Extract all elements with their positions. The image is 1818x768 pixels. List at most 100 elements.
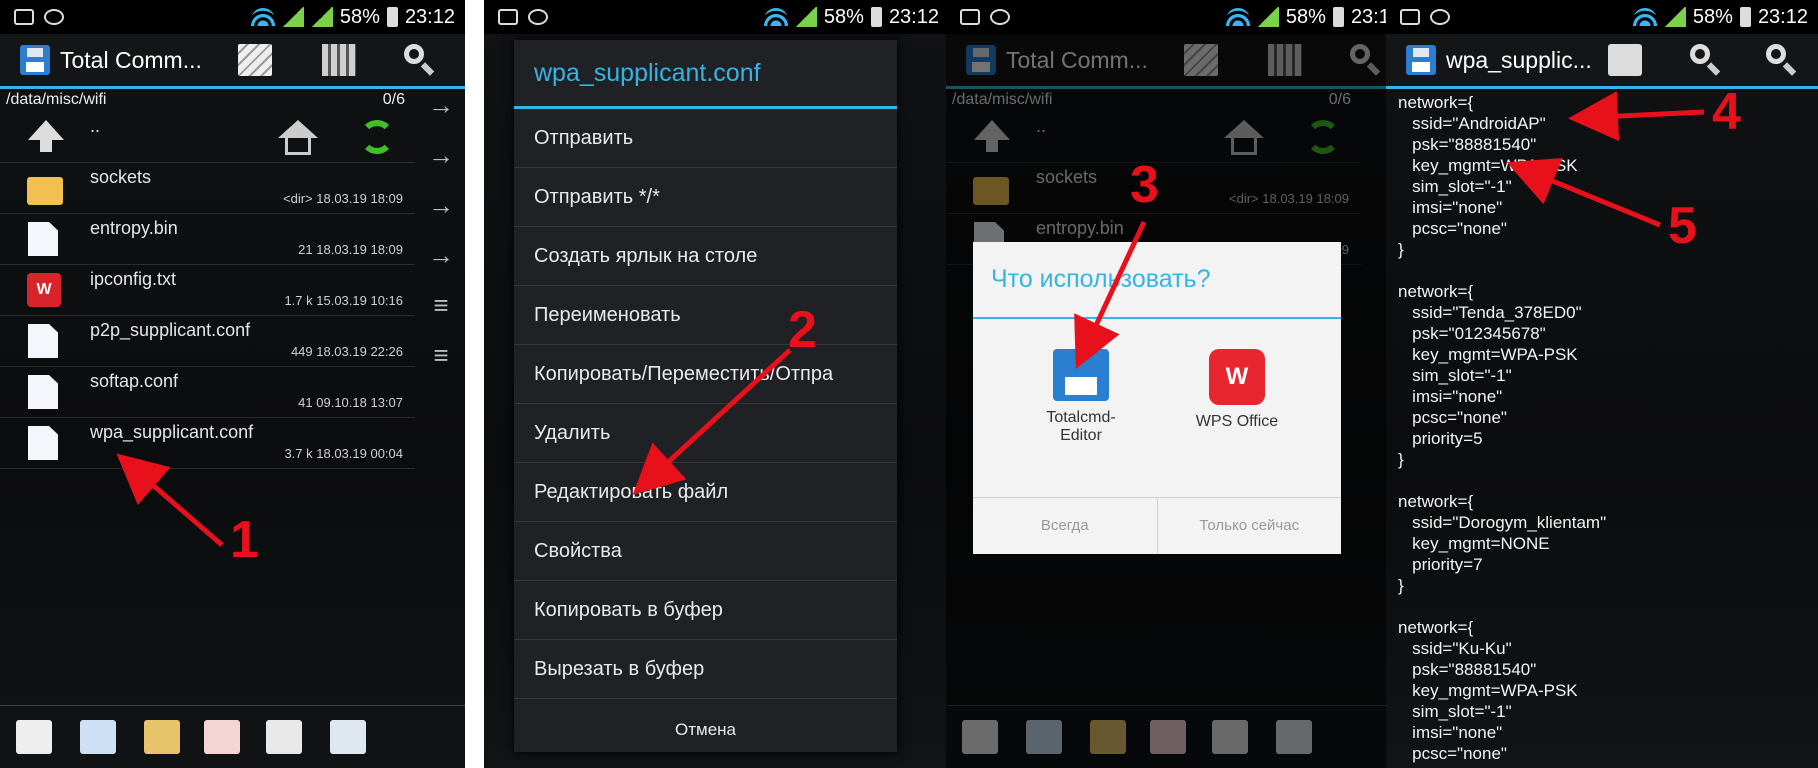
- signal-icon: [1256, 7, 1279, 27]
- search-next-icon[interactable]: [1766, 44, 1786, 64]
- selection-count: 0/6: [382, 91, 405, 108]
- clock: 23:12: [888, 5, 939, 28]
- floppy-icon: [1406, 45, 1436, 75]
- just-once-button[interactable]: Только сейчас: [1156, 498, 1342, 554]
- file-row[interactable]: W ipconfig.txt 1.7 k 15.03.19 10:16: [0, 265, 415, 316]
- battery-icon: [386, 7, 398, 27]
- file-name: wpa_supplicant.conf: [90, 422, 254, 442]
- file-name: ipconfig.txt: [90, 269, 177, 289]
- annotation-number-2: 2: [788, 301, 817, 359]
- file-row-target[interactable]: wpa_supplicant.conf 3.7 k 18.03.19 00:04: [0, 418, 415, 469]
- refresh-icon[interactable]: [360, 120, 394, 154]
- up-row[interactable]: ..: [0, 112, 415, 163]
- wps-office-icon: W: [27, 273, 61, 307]
- status-bar: 58% 23:12: [484, 0, 949, 34]
- menu-icon[interactable]: ≡: [417, 340, 465, 390]
- app-title: Total Comm...: [60, 46, 202, 73]
- alarm-icon: [1430, 9, 1450, 25]
- battery-percent: 58%: [339, 5, 380, 28]
- screen-editor: 58% 23:12 wpa_supplic... network={ ssid=…: [1386, 0, 1818, 768]
- arrow-right-icon[interactable]: →: [417, 240, 465, 290]
- bottom-toolbar: [0, 705, 465, 768]
- file-name: entropy.bin: [90, 218, 178, 238]
- menu-item-edit-file[interactable]: Редактировать файл: [514, 463, 897, 522]
- file-meta: 41 09.10.18 13:07: [298, 395, 403, 410]
- context-menu-dialog: wpa_supplicant.conf Отправить Отправить …: [514, 40, 897, 752]
- annotation-number-5: 5: [1668, 197, 1697, 255]
- image-icon: [1400, 9, 1420, 25]
- up-arrow-icon: [28, 120, 64, 152]
- cancel-button[interactable]: Отмена: [514, 699, 897, 761]
- app-label-line1: Totalcmd-: [1046, 409, 1116, 426]
- rename-icon[interactable]: [266, 720, 302, 754]
- pack-icon[interactable]: [144, 720, 180, 754]
- file-row[interactable]: p2p_supplicant.conf 449 18.03.19 22:26: [0, 316, 415, 367]
- battery-percent: 58%: [823, 5, 864, 28]
- wifi-icon: [250, 8, 275, 26]
- battery-percent: 58%: [1285, 5, 1326, 28]
- save-icon[interactable]: [1608, 44, 1642, 76]
- always-button[interactable]: Всегда: [973, 498, 1157, 554]
- arrow-right-icon[interactable]: →: [417, 90, 465, 140]
- app-chooser-dialog: Что использовать? Totalcmd- Editor W WPS…: [973, 242, 1341, 554]
- app-totalcmd-editor[interactable]: Totalcmd- Editor: [1011, 349, 1151, 445]
- arrow-right-icon[interactable]: →: [417, 140, 465, 190]
- menu-item-copy-move[interactable]: Копировать/Переместить/Отпра: [514, 345, 897, 404]
- wifi-icon: [1225, 8, 1250, 26]
- file-row[interactable]: sockets <dir> 18.03.19 18:09: [0, 163, 415, 214]
- delete-icon[interactable]: [204, 720, 240, 754]
- totalcmd-editor-icon: [1053, 349, 1109, 401]
- file-name: softap.conf: [90, 371, 179, 391]
- signal-icon-2: [310, 7, 333, 27]
- menu-item-copy-clipboard[interactable]: Копировать в буфер: [514, 581, 897, 640]
- menu-item-create-shortcut[interactable]: Создать ярлык на столе: [514, 227, 897, 286]
- app-wps-office[interactable]: W WPS Office: [1167, 349, 1307, 431]
- image-icon: [498, 9, 518, 25]
- app-options: Totalcmd- Editor W WPS Office: [973, 319, 1341, 479]
- editor-text[interactable]: network={ ssid="AndroidAP" psk="88881540…: [1398, 92, 1606, 768]
- file-row[interactable]: entropy.bin 21 18.03.19 18:09: [0, 214, 415, 265]
- up-label: ..: [90, 116, 101, 136]
- file-meta: 21 18.03.19 18:09: [298, 242, 403, 257]
- signal-icon: [281, 7, 304, 27]
- image-icon: [960, 9, 980, 25]
- status-bar: 58% 23:12: [946, 0, 1411, 34]
- file-row[interactable]: softap.conf 41 09.10.18 13:07: [0, 367, 415, 418]
- copy-to-icon[interactable]: [80, 720, 116, 754]
- menu-item-cut-clipboard[interactable]: Вырезать в буфер: [514, 640, 897, 699]
- file-icon: [28, 375, 58, 409]
- folder-icon: [27, 177, 63, 205]
- signal-icon: [1663, 7, 1686, 27]
- bookmarks-icon[interactable]: [322, 44, 356, 76]
- app-bar: wpa_supplic...: [1386, 34, 1818, 89]
- menu-item-send[interactable]: Отправить: [514, 109, 897, 168]
- floppy-icon[interactable]: [20, 45, 50, 75]
- app-title: wpa_supplic...: [1446, 46, 1592, 73]
- home-icon[interactable]: [278, 120, 318, 156]
- side-nav: → → → → ≡ ≡: [417, 90, 465, 390]
- chooser-title: Что использовать?: [973, 242, 1341, 319]
- menu-item-properties[interactable]: Свойства: [514, 522, 897, 581]
- search-icon[interactable]: [404, 44, 424, 64]
- menu-item-rename[interactable]: Переименовать: [514, 286, 897, 345]
- select-icon[interactable]: [16, 720, 52, 754]
- alarm-icon: [528, 9, 548, 25]
- dialog-title: wpa_supplicant.conf: [514, 40, 897, 109]
- file-meta: <dir> 18.03.19 18:09: [283, 191, 403, 206]
- path-bar: /data/misc/wifi 0/6: [0, 89, 415, 111]
- clock: 23:12: [404, 5, 455, 28]
- wps-office-icon: W: [1209, 349, 1265, 405]
- arrow-right-icon[interactable]: →: [417, 190, 465, 240]
- menu-item-send-all[interactable]: Отправить */*: [514, 168, 897, 227]
- wifi-icon: [1632, 8, 1657, 26]
- search-icon[interactable]: [1690, 44, 1710, 64]
- annotation-number-3: 3: [1130, 156, 1159, 214]
- annotation-number-1: 1: [230, 511, 259, 569]
- file-icon: [28, 222, 58, 256]
- copy-icon[interactable]: [238, 44, 272, 76]
- swap-panels-icon[interactable]: [330, 720, 366, 754]
- app-label-line2: Editor: [1060, 427, 1102, 444]
- menu-item-delete[interactable]: Удалить: [514, 404, 897, 463]
- menu-icon[interactable]: ≡: [417, 290, 465, 340]
- clock: 23:12: [1757, 5, 1808, 28]
